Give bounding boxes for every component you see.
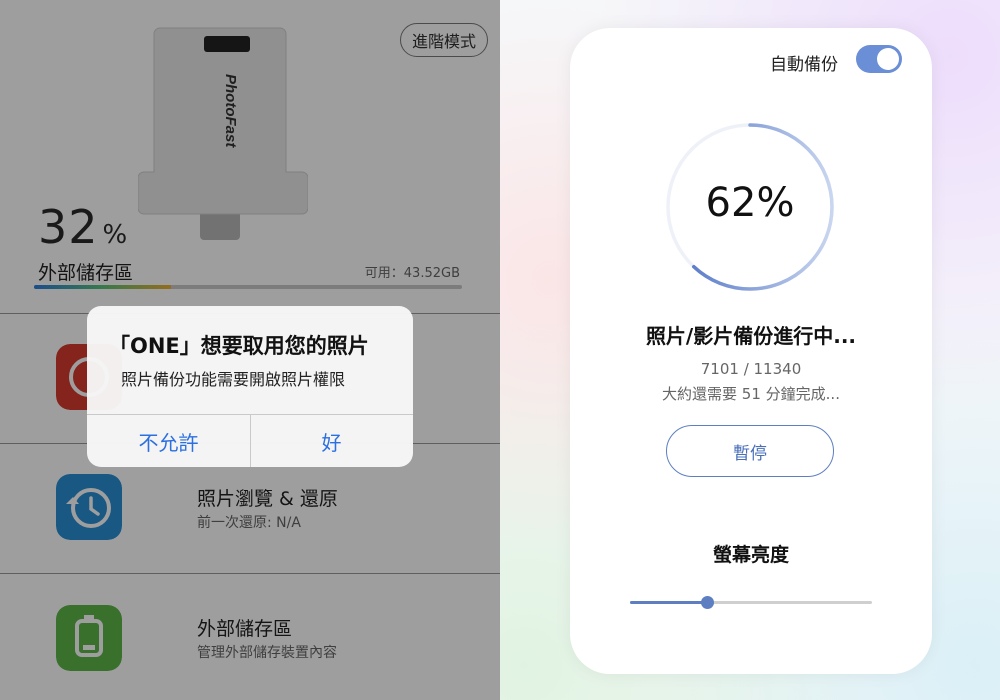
brightness-slider[interactable] <box>630 596 872 609</box>
backup-status-title: 照片/影片備份進行中... <box>645 324 857 348</box>
progress-percent: 62% <box>705 180 795 226</box>
auto-backup-toggle[interactable] <box>856 45 902 73</box>
alert-message: 照片備份功能需要開啟照片權限 <box>121 370 346 389</box>
brightness-label: 螢幕亮度 <box>712 544 789 566</box>
backup-count: 7101 / 11340 <box>700 360 802 378</box>
pause-button[interactable]: 暫停 <box>666 425 834 477</box>
permission-alert: 「ONE」想要取用您的照片 照片備份功能需要開啟照片權限 不允許 好 <box>87 306 413 467</box>
allow-button[interactable]: 好 <box>250 415 413 467</box>
deny-button[interactable]: 不允許 <box>87 415 250 467</box>
alert-title: 「ONE」想要取用您的照片 <box>109 334 369 358</box>
time-remaining: 大約還需要 51 分鐘完成... <box>662 385 840 403</box>
right-screen: 自動備份 62% 照片/影片備份進行中... 7101 / 11340 大約還需… <box>500 0 1000 700</box>
auto-backup-label: 自動備份 <box>770 55 838 75</box>
left-screen: 進階模式 PhotoFast 32% 外部儲存區 可用：43.52GB 照片瀏覽… <box>0 0 500 700</box>
